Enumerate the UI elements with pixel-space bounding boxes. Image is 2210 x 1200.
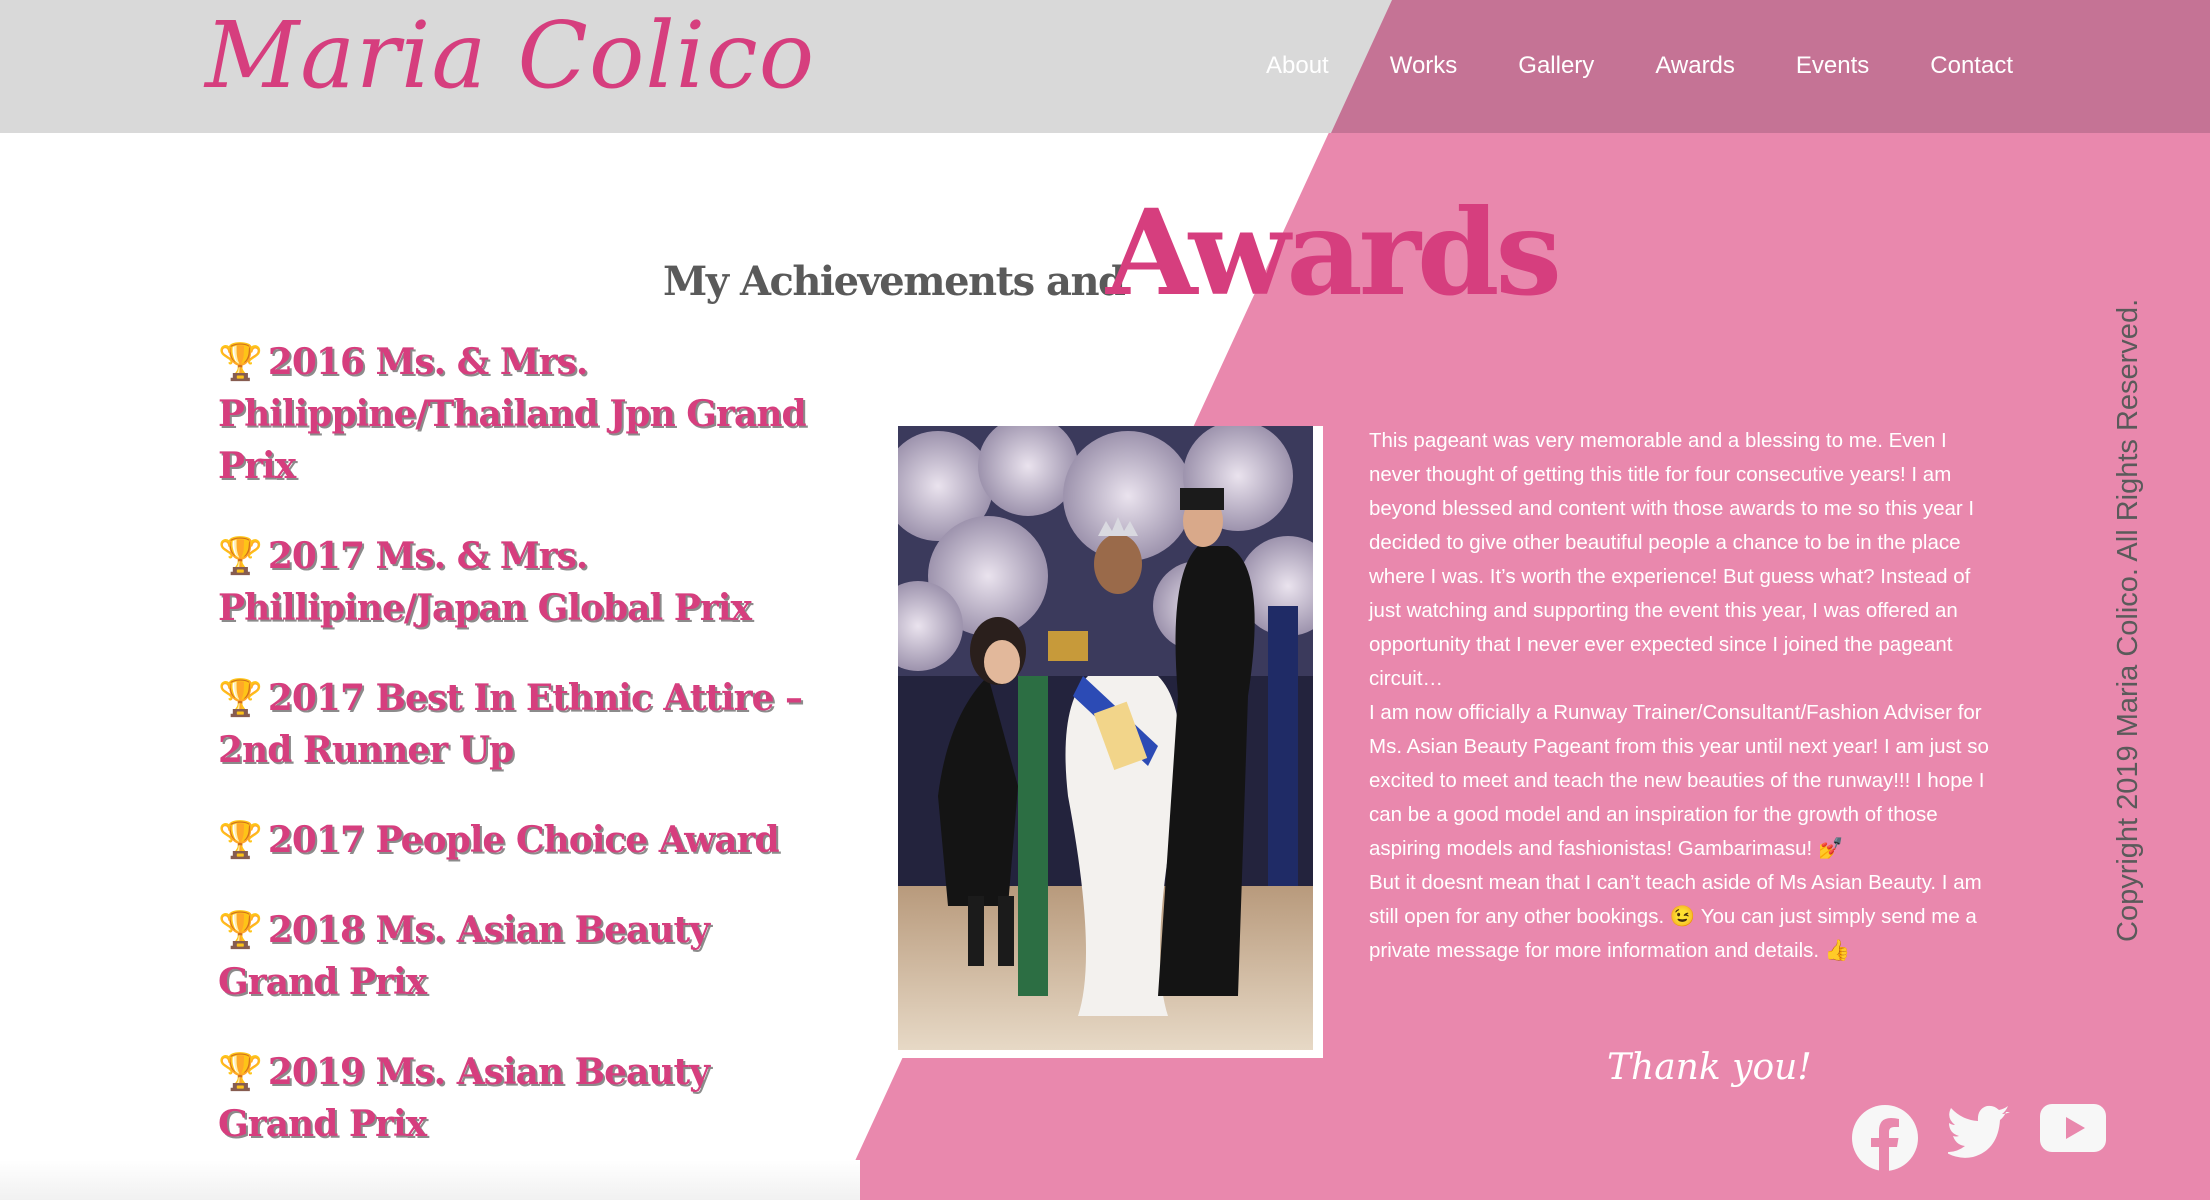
award-text: 2019 Ms. Asian Beauty Grand Prix: [218, 1051, 710, 1145]
award-text: 2018 Ms. Asian Beauty Grand Prix: [218, 909, 710, 1003]
photo-frame: [898, 426, 1323, 1058]
award-item: 🏆 2016 Ms. & Mrs. Philippine/Thailand Jpn…: [218, 336, 838, 492]
trophy-icon: 🏆: [218, 535, 263, 577]
section-subheading: My Achievements and: [663, 258, 1126, 305]
trophy-icon: 🏆: [218, 1051, 263, 1093]
award-text: 2017 Best In Ethnic Attire – 2nd Runner …: [218, 677, 803, 771]
nav-item-events[interactable]: Events: [1796, 52, 1869, 80]
description-paragraph: But it doesnt mean that I can’t teach as…: [1369, 871, 1982, 962]
awards-list: 🏆 2016 Ms. & Mrs. Philippine/Thailand Jpn…: [218, 336, 838, 1188]
site-logo[interactable]: Maria Colico: [205, 2, 815, 109]
trophy-icon: 🏆: [218, 819, 263, 861]
award-text: 2017 Ms. & Mrs. Phillipine/Japan Global …: [218, 535, 752, 629]
section-heading: Awards: [1106, 183, 1562, 322]
top-navigation-bar: Maria Colico About Works Gallery Awards …: [0, 0, 2210, 133]
trophy-icon: 🏆: [218, 909, 263, 951]
awards-description: This pageant was very memorable and a bl…: [1369, 424, 2001, 968]
description-paragraph: I am now officially a Runway Trainer/Con…: [1369, 701, 1989, 860]
award-text: 2017 People Choice Award: [267, 819, 780, 861]
award-ceremony-photo[interactable]: [898, 426, 1313, 1050]
twitter-icon[interactable]: [1948, 1104, 2012, 1164]
nav-item-works[interactable]: Works: [1390, 52, 1458, 80]
award-item: 🏆 2017 Ms. & Mrs. Phillipine/Japan Global…: [218, 530, 838, 634]
facebook-icon[interactable]: [1851, 1104, 1919, 1172]
nav-item-gallery[interactable]: Gallery: [1518, 52, 1594, 80]
copyright-text: Copyright 2019 Maria Colico. All Rights …: [2112, 298, 2144, 942]
youtube-icon[interactable]: [2040, 1104, 2106, 1152]
nav-item-awards[interactable]: Awards: [1655, 52, 1735, 80]
thank-you-note: Thank you!: [1607, 1047, 1812, 1088]
trophy-icon: 🏆: [218, 677, 263, 719]
award-text: 2016 Ms. & Mrs. Philippine/Thailand Jpn …: [218, 341, 807, 487]
nav-item-about[interactable]: About: [1266, 52, 1329, 80]
award-item: 🏆 2018 Ms. Asian Beauty Grand Prix: [218, 904, 838, 1008]
trophy-icon: 🏆: [218, 341, 263, 383]
award-item: 🏆 2017 Best In Ethnic Attire – 2nd Runner…: [218, 672, 838, 776]
award-item: 🏆 2019 Ms. Asian Beauty Grand Prix: [218, 1046, 838, 1150]
award-item: 🏆 2017 People Choice Award: [218, 814, 838, 866]
nav-item-contact[interactable]: Contact: [1930, 52, 2013, 80]
nav-menu: About Works Gallery Awards Events Contac…: [1266, 52, 2074, 80]
description-paragraph: This pageant was very memorable and a bl…: [1369, 429, 1975, 690]
footer-fade: [0, 1160, 860, 1200]
